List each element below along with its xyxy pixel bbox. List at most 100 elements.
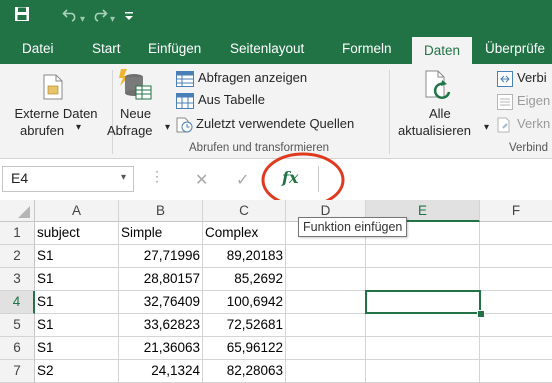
cell-b5[interactable]: 33,62823 [119,314,203,337]
cell-d2[interactable] [286,245,366,268]
tab-formeln[interactable]: Formeln [342,34,392,64]
undo-icon[interactable] [62,6,78,28]
cell-b1[interactable]: Simple [119,222,203,245]
new-query-caret-icon: ▾ [165,122,171,133]
row-header[interactable]: 5 [0,314,35,337]
cell-a4[interactable]: S1 [35,291,119,314]
cell-d7[interactable] [286,360,366,383]
edit-links-label: Verkn [517,116,551,131]
undo-dropdown-icon[interactable]: ▾ [80,10,85,30]
new-query-button[interactable]: Neue Abfrage ▾ [107,64,174,142]
cell-f5[interactable] [480,314,552,337]
new-query-label-1: Neue [120,106,152,121]
row-header[interactable]: 4 [0,291,35,314]
cell-d6[interactable] [286,337,366,360]
cell-b7[interactable]: 24,1324 [119,360,203,383]
row-header[interactable]: 7 [0,360,35,383]
refresh-all-label-2: aktualisieren [398,123,471,138]
cancel-icon[interactable]: ✕ [195,170,208,190]
cell-a7[interactable]: S2 [35,360,119,383]
tab-ueberpruefen[interactable]: Überprüfe [485,34,545,64]
connections-icon [497,71,513,92]
cell-a5[interactable]: S1 [35,314,119,337]
group-separator [389,70,390,154]
cell-c7[interactable]: 82,28063 [203,360,286,383]
tab-datei[interactable]: Datei [22,34,54,64]
customize-qat-icon[interactable] [124,9,134,29]
cell-b4[interactable]: 32,76409 [119,291,203,314]
from-table-label: Aus Tabelle [198,92,265,107]
cell-b6[interactable]: 21,36063 [119,337,203,360]
tab-einfuegen[interactable]: Einfügen [148,34,201,64]
properties-label: Eigen [517,93,551,108]
cell-f3[interactable] [480,268,552,291]
cell-f6[interactable] [480,337,552,360]
cell-a2[interactable]: S1 [35,245,119,268]
cell-f2[interactable] [480,245,552,268]
show-queries-label: Abfragen anzeigen [198,70,308,85]
refresh-all-caret-icon: ▾ [484,122,490,133]
insert-function-tooltip: Funktion einfügen [298,217,408,237]
external-data-label-2: abrufen [20,123,65,138]
cell-e2[interactable] [366,245,480,268]
cell-c1[interactable]: Complex [203,222,286,245]
row-header[interactable]: 2 [0,245,35,268]
column-header-b[interactable]: B [119,200,203,222]
name-box[interactable]: E4 ▾ [2,166,134,192]
show-queries-button[interactable]: Abfragen anzeigen [176,70,386,90]
cell-f4[interactable] [480,291,552,314]
cell-d5[interactable] [286,314,366,337]
fill-handle[interactable] [477,310,485,318]
tab-daten[interactable]: Daten [412,37,472,64]
show-queries-icon [176,71,194,92]
recent-sources-button[interactable]: Zuletzt verwendete Quellen [176,116,388,136]
edit-links-button: Verkn [497,116,552,136]
cell-f7[interactable] [480,360,552,383]
new-query-icon [118,68,152,107]
get-external-data-button[interactable]: Externe Daten abrufen ▾ [0,64,112,142]
column-header-c[interactable]: C [203,200,286,222]
cell-c5[interactable]: 72,52681 [203,314,286,337]
active-cell-border [365,290,481,314]
external-data-icon [42,74,64,105]
properties-icon [497,94,513,115]
row-header[interactable]: 1 [0,222,35,245]
tab-start[interactable]: Start [92,34,121,64]
name-box-dropdown-icon[interactable]: ▾ [121,172,126,183]
refresh-all-label-1: Alle [429,106,451,121]
cell-d4[interactable] [286,291,366,314]
from-table-button[interactable]: Aus Tabelle [176,92,386,112]
cell-e7[interactable] [366,360,480,383]
ribbon-tabs: Datei Start Einfügen Seitenlayout Formel… [0,34,552,64]
enter-icon[interactable]: ✓ [236,170,249,190]
cell-f1[interactable] [480,222,552,245]
cell-a1[interactable]: subject [35,222,119,245]
redo-icon[interactable] [92,6,108,28]
cell-c4[interactable]: 100,6942 [203,291,286,314]
cell-c6[interactable]: 65,96122 [203,337,286,360]
cell-e3[interactable] [366,268,480,291]
formula-bar-grip-icon: ⋮ [150,168,164,184]
row-header[interactable]: 6 [0,337,35,360]
select-all-corner[interactable] [0,200,35,222]
save-icon[interactable] [14,6,30,28]
redo-dropdown-icon[interactable]: ▾ [110,10,115,30]
row-header[interactable]: 3 [0,268,35,291]
connections-button[interactable]: Verbi [497,70,552,90]
cell-e6[interactable] [366,337,480,360]
refresh-all-button[interactable]: Alle aktualisieren ▾ [392,64,492,142]
formula-input[interactable] [318,166,552,192]
column-header-a[interactable]: A [35,200,119,222]
tab-seitenlayout[interactable]: Seitenlayout [230,34,304,64]
cell-e5[interactable] [366,314,480,337]
cell-c2[interactable]: 89,20183 [203,245,286,268]
column-header-f[interactable]: F [480,200,552,222]
name-box-value: E4 [11,170,29,186]
cell-a3[interactable]: S1 [35,268,119,291]
cell-c3[interactable]: 85,2692 [203,268,286,291]
from-table-icon [176,93,194,114]
cell-b3[interactable]: 28,80157 [119,268,203,291]
cell-d3[interactable] [286,268,366,291]
cell-b2[interactable]: 27,71996 [119,245,203,268]
cell-a6[interactable]: S1 [35,337,119,360]
